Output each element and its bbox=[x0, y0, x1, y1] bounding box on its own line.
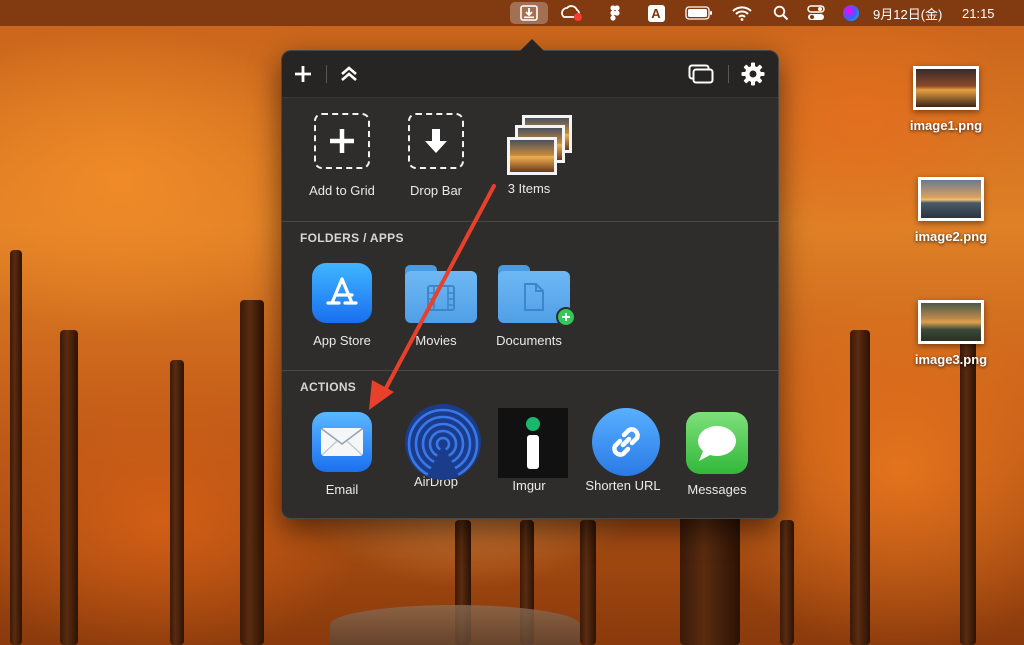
desktop-file-image1[interactable]: image1.png bbox=[891, 66, 1001, 133]
annotation-arrow bbox=[369, 184, 496, 410]
image-thumbnail-icon bbox=[918, 177, 984, 221]
image-thumbnail-icon bbox=[918, 300, 984, 344]
desktop-file-image3[interactable]: image3.png bbox=[896, 300, 1006, 367]
desktop-file-image2[interactable]: image2.png bbox=[896, 177, 1006, 244]
file-label: image3.png bbox=[914, 352, 988, 367]
image-thumbnail-icon bbox=[913, 66, 979, 110]
file-label: image1.png bbox=[909, 118, 983, 133]
file-label: image2.png bbox=[914, 229, 988, 244]
